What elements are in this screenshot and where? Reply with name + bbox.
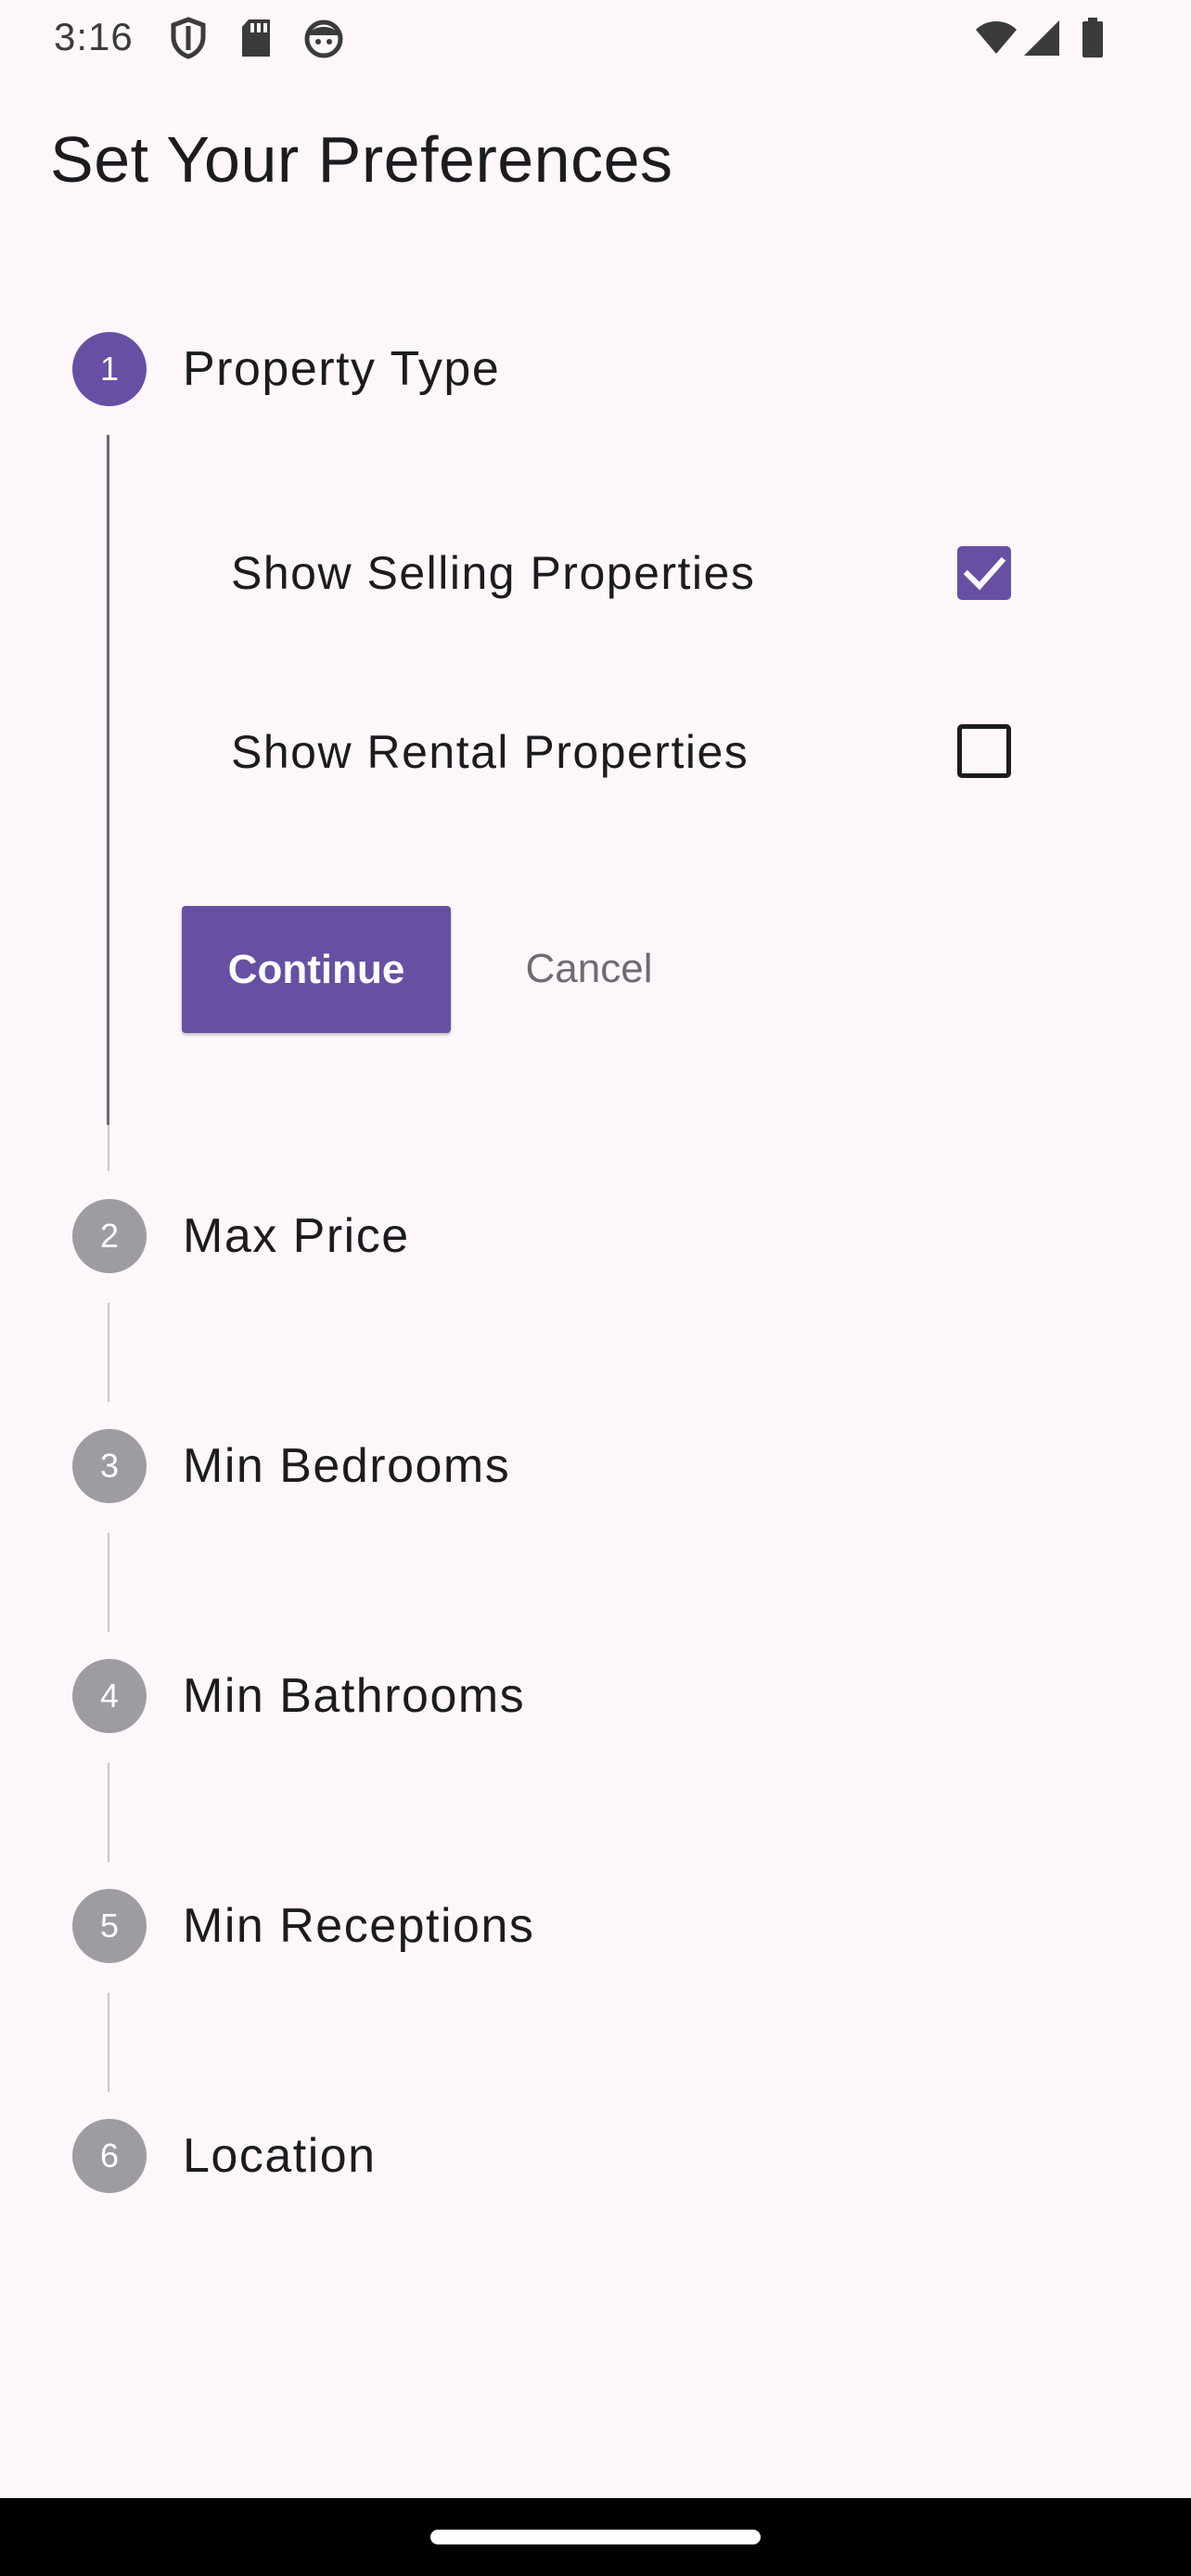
step-connector <box>107 435 109 1125</box>
step-number-badge: 6 <box>72 2119 147 2193</box>
step-max-price[interactable]: 2 Max Price <box>0 1199 1191 1273</box>
step-number-badge: 5 <box>72 1889 147 1963</box>
signal-icon <box>1024 20 1059 56</box>
home-gesture-handle[interactable] <box>430 2530 761 2544</box>
sd-card-icon <box>242 19 270 57</box>
continue-button[interactable]: Continue <box>182 906 451 1033</box>
step-number-badge: 4 <box>72 1659 147 1733</box>
step-connector <box>108 1763 109 1862</box>
option-label-rental: Show Rental Properties <box>231 726 749 778</box>
step-title: Location <box>183 2129 377 2183</box>
step-location[interactable]: 6 Location <box>0 2119 1191 2193</box>
checkmark-icon <box>963 556 1006 591</box>
face-icon <box>304 19 343 58</box>
step-number-badge: 3 <box>72 1429 147 1503</box>
step-min-bedrooms[interactable]: 3 Min Bedrooms <box>0 1429 1191 1503</box>
step-title: Min Bedrooms <box>183 1439 511 1493</box>
step-connector <box>108 1303 109 1402</box>
step-property-type[interactable]: 1 Property Type <box>0 332 1191 406</box>
step-number-badge: 2 <box>72 1199 147 1273</box>
step-number-badge: 1 <box>72 332 147 406</box>
step-min-receptions[interactable]: 5 Min Receptions <box>0 1889 1191 1963</box>
step-connector <box>108 1125 109 1171</box>
step-title: Property Type <box>183 342 501 396</box>
option-label-selling: Show Selling Properties <box>231 547 756 599</box>
rental-properties-checkbox[interactable] <box>957 724 1011 778</box>
wifi-icon <box>976 21 1017 54</box>
step-title: Max Price <box>183 1209 410 1263</box>
shield-icon <box>171 17 206 59</box>
selling-properties-checkbox[interactable] <box>957 546 1011 600</box>
step-connector <box>108 1993 109 2092</box>
system-navigation-bar <box>0 2498 1191 2576</box>
step-title: Min Bathrooms <box>183 1669 526 1723</box>
cancel-button[interactable]: Cancel <box>501 918 677 1020</box>
status-time: 3:16 <box>54 15 134 58</box>
step-title: Min Receptions <box>183 1899 535 1953</box>
status-bar: 3:16 <box>0 0 1191 78</box>
step-min-bathrooms[interactable]: 4 Min Bathrooms <box>0 1659 1191 1733</box>
step-connector <box>108 1533 109 1632</box>
page-title: Set Your Preferences <box>50 123 673 196</box>
battery-icon <box>1082 18 1103 57</box>
